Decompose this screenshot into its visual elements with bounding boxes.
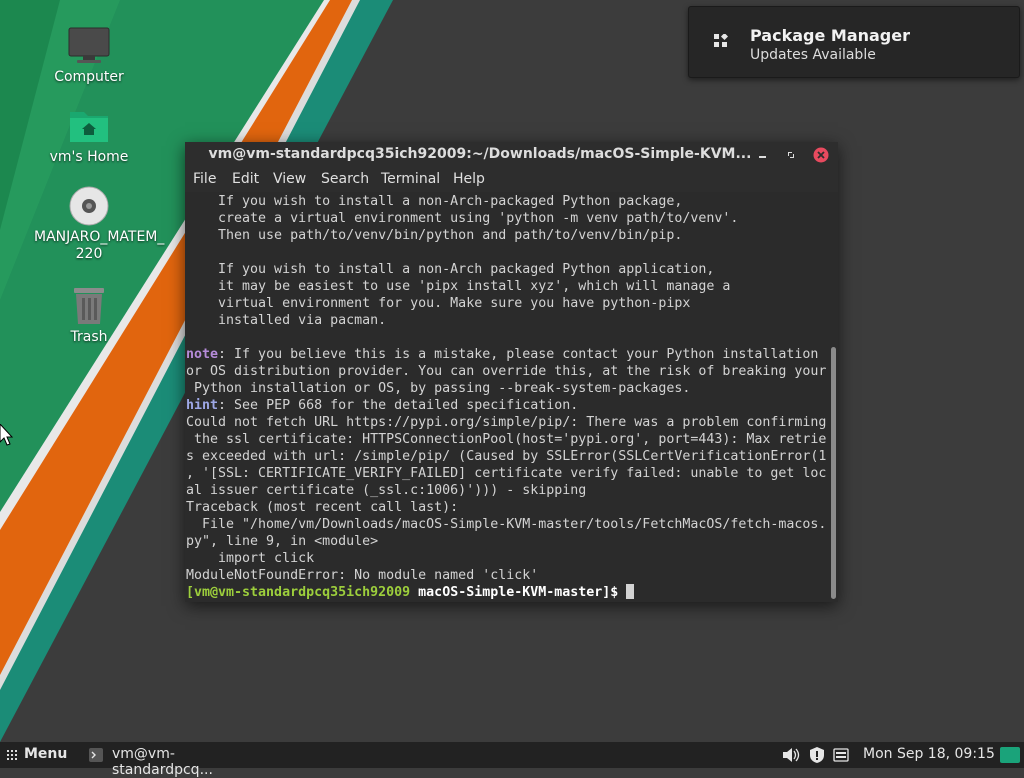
home-folder-icon [70, 112, 108, 142]
terminal-titlebar[interactable]: vm@vm-standardpcq35ich92009:~/Downloads/… [185, 142, 838, 168]
notification-title: Package Manager [750, 26, 910, 45]
terminal-output[interactable]: If you wish to install a non-Arch-packag… [185, 192, 830, 602]
terminal-line: Python installation or OS, by passing --… [186, 381, 691, 396]
desktop-icon-computer[interactable]: Computer [34, 26, 144, 86]
desktop-icon-home[interactable]: vm's Home [34, 106, 144, 166]
monitor-icon [68, 27, 110, 63]
prompt-user: [vm@vm-standardpcq35ich92009 [186, 585, 411, 600]
window-title: vm@vm-standardpcq35ich92009:~/Downloads/… [208, 146, 752, 162]
terminal-line: , '[SSL: CERTIFICATE_VERIFY_FAILED] cert… [186, 466, 827, 481]
menu-file[interactable]: File [193, 171, 216, 187]
notification-popup[interactable]: Package Manager Updates Available [688, 6, 1020, 78]
menu-dots-icon [7, 750, 17, 760]
terminal-line: Traceback (most recent call last): [186, 500, 459, 515]
terminal-line-note: note: If you believe this is a mistake, … [186, 346, 818, 363]
terminal-prompt-line: [vm@vm-standardpcq35ich92009 macOS-Simpl… [186, 584, 635, 601]
security-shield-icon[interactable] [809, 746, 825, 764]
desktop-icon-label: vm's Home [49, 149, 129, 165]
terminal-line: the ssl certificate: HTTPSConnectionPool… [186, 432, 827, 447]
volume-icon[interactable] [782, 747, 800, 763]
prompt-dir: macOS-Simple-KVM-master]$ [418, 585, 619, 600]
menu-view[interactable]: View [273, 171, 306, 187]
terminal-line: import click [186, 551, 315, 566]
terminal-line: If you wish to install a non-Arch packag… [186, 262, 715, 277]
text-cursor [626, 584, 635, 599]
terminal-scrollbar[interactable] [830, 192, 838, 602]
keyboard-icon[interactable] [833, 748, 849, 762]
note-text: : If you believe this is a mistake, plea… [218, 347, 819, 362]
close-icon[interactable] [813, 147, 829, 163]
terminal-line-hint: hint: See PEP 668 for the detailed speci… [186, 397, 578, 414]
terminal-line: Then use path/to/venv/bin/python and pat… [186, 228, 683, 243]
taskbar: Menu vm@vm-standardpcq... Mon Sep 18, 09… [0, 742, 1024, 778]
mouse-pointer-icon [0, 424, 14, 446]
terminal-line: virtual environment for you. Make sure y… [186, 296, 691, 311]
menu-search[interactable]: Search [321, 171, 369, 187]
terminal-app-icon [89, 748, 103, 762]
terminal-line: create a virtual environment using 'pyth… [186, 211, 739, 226]
terminal-line: py", line 9, in <module> [186, 534, 379, 549]
scrollbar-thumb[interactable] [831, 347, 836, 599]
grid-apps-icon [714, 34, 728, 47]
terminal-line: Could not fetch URL https://pypi.org/sim… [186, 415, 827, 430]
hint-keyword: hint [186, 398, 219, 413]
menu-terminal[interactable]: Terminal [381, 171, 440, 187]
show-desktop-button[interactable] [1000, 747, 1020, 763]
terminal-line: it may be easiest to use 'pipx install x… [186, 279, 731, 294]
maximize-icon[interactable] [783, 147, 799, 163]
terminal-line: installed via pacman. [186, 313, 387, 328]
desktop-icon-label: Trash [70, 329, 108, 345]
notification-body: Updates Available [750, 47, 876, 63]
optical-disc-icon [69, 186, 109, 226]
terminal-line: or OS distribution provider. You can ove… [186, 364, 827, 379]
desktop-icon-disc[interactable]: MANJARO_MATEM_ 220 [34, 186, 164, 263]
desktop-icon-label: Computer [54, 69, 124, 85]
menu-label: Menu [24, 746, 68, 762]
terminal-line: File "/home/vm/Downloads/macOS-Simple-KV… [186, 517, 827, 532]
minimize-icon[interactable] [755, 147, 771, 163]
taskbar-window-item[interactable]: vm@vm-standardpcq... [84, 742, 274, 778]
terminal-line: ModuleNotFoundError: No module named 'cl… [186, 568, 539, 583]
menu-help[interactable]: Help [453, 171, 485, 187]
terminal-line: al issuer certificate (_ssl.c:1006)'))) … [186, 483, 587, 498]
terminal-menubar: File Edit View Search Terminal Help [185, 168, 838, 192]
terminal-window[interactable]: vm@vm-standardpcq35ich92009:~/Downloads/… [185, 142, 838, 602]
desktop-icon-trash[interactable]: Trash [34, 286, 144, 346]
menu-button[interactable]: Menu [4, 742, 70, 768]
trash-icon [74, 288, 104, 324]
menu-edit[interactable]: Edit [232, 171, 259, 187]
clock[interactable]: Mon Sep 18, 09:15 [863, 746, 995, 762]
note-keyword: note [186, 347, 219, 362]
terminal-line: If you wish to install a non-Arch-packag… [186, 194, 683, 209]
hint-text: : See PEP 668 for the detailed specifica… [218, 398, 579, 413]
taskbar-window-label: vm@vm-standardpcq... [112, 746, 213, 778]
terminal-line: s exceeded with url: /simple/pip/ (Cause… [186, 449, 827, 464]
